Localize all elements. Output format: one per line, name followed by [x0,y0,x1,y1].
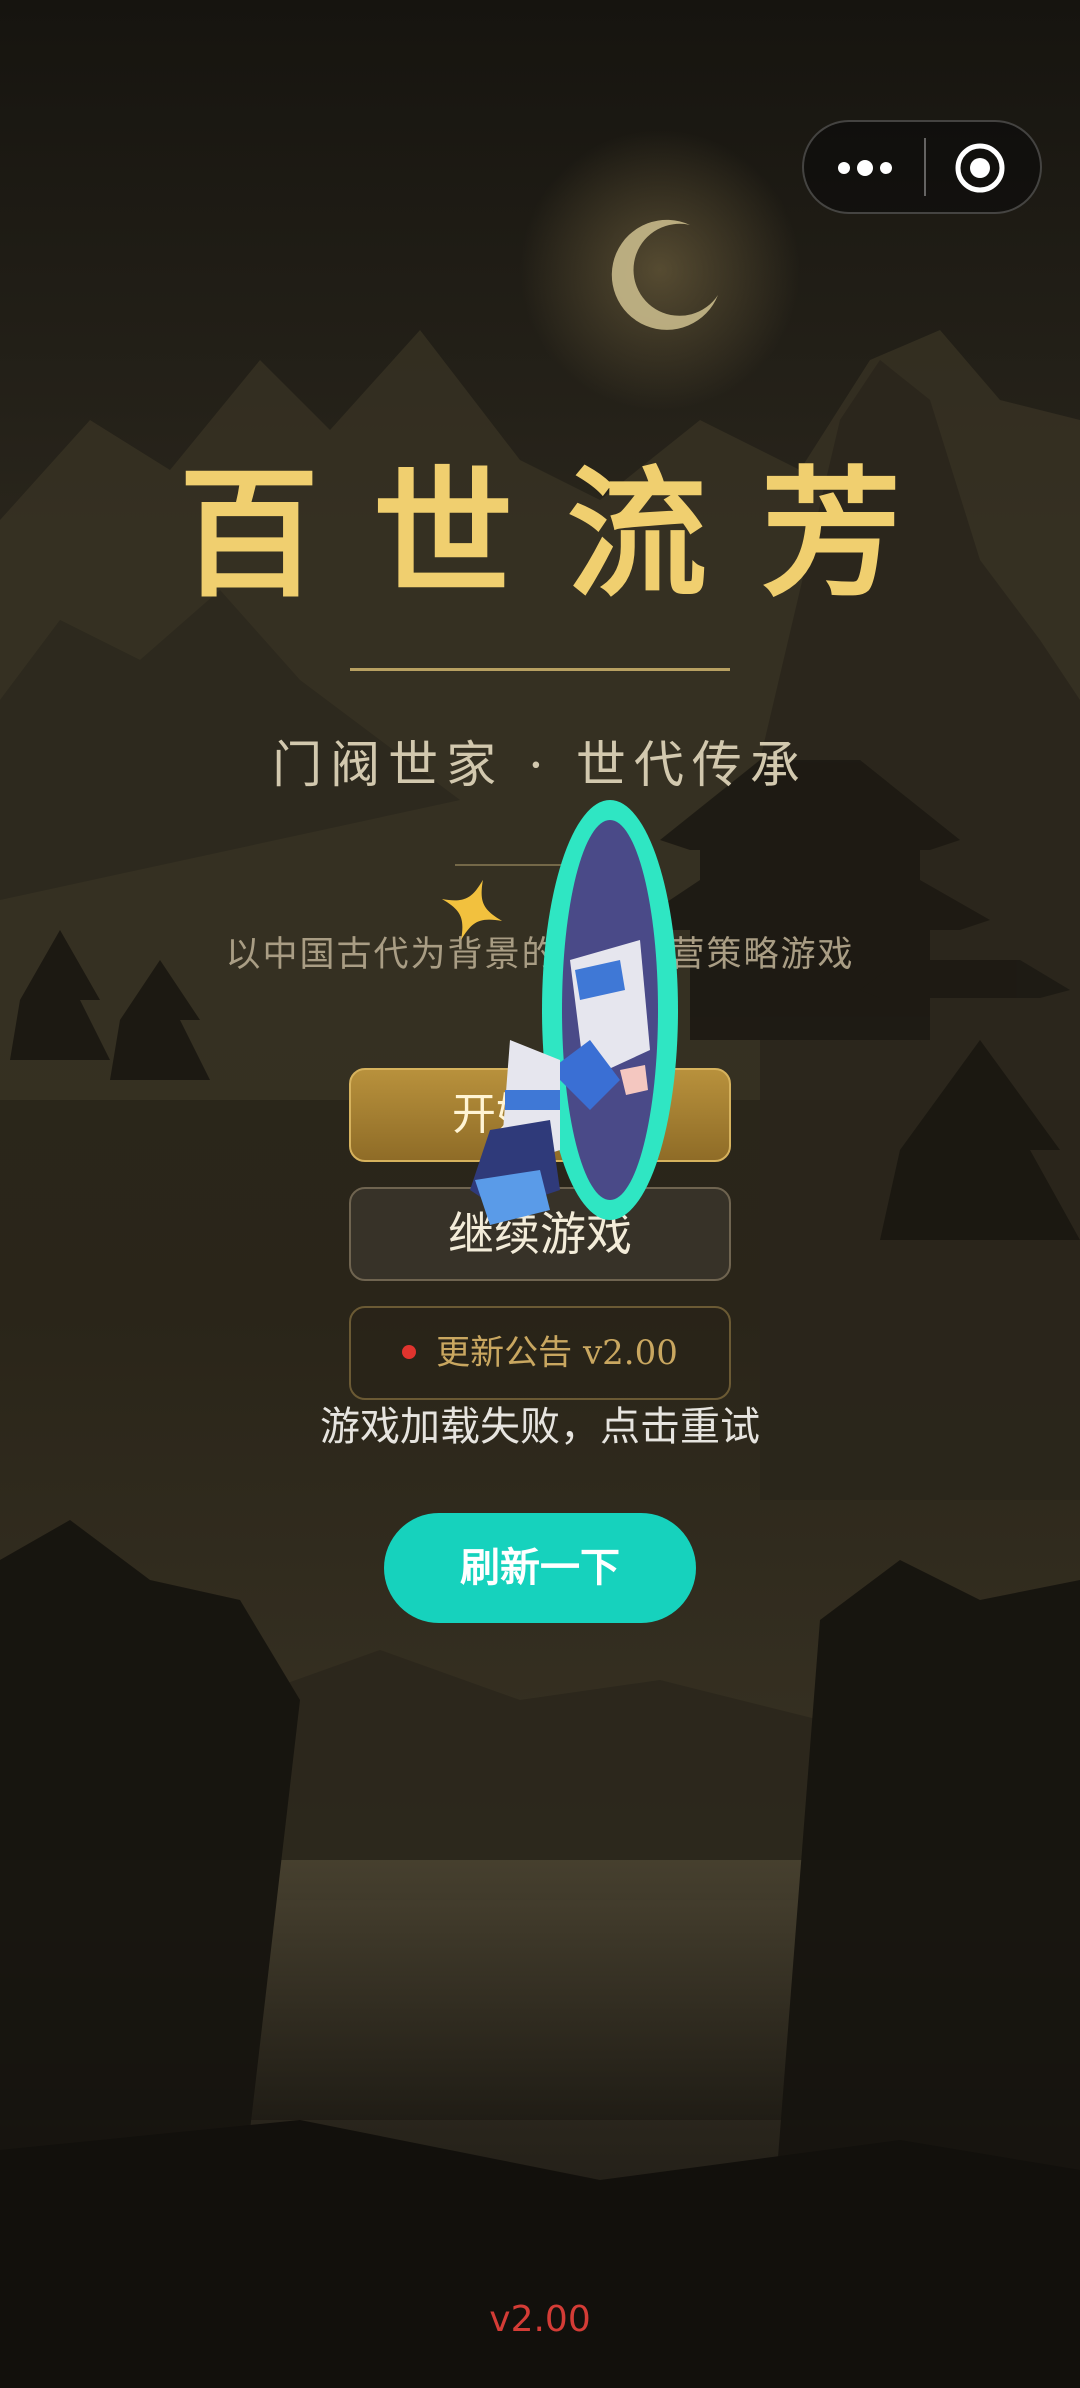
more-dots-icon[interactable] [832,144,898,192]
version-label: v2.00 [489,2299,591,2340]
miniprogram-capsule [802,120,1042,214]
loading-mascot-portal [470,800,678,1225]
update-notice-label: 更新公告 v2.00 [436,1333,678,1373]
game-title: 百世流芳 [178,453,955,617]
load-error-message: 游戏加载失败，点击重试 [320,1404,760,1450]
update-notice-button[interactable]: 更新公告 v2.00 [349,1306,731,1400]
title-divider [350,668,730,671]
notice-dot-icon [402,1345,417,1359]
target-circle-icon[interactable] [952,140,1008,196]
refresh-button[interactable]: 刷新一下 [384,1513,696,1623]
sparkle-star-icon [441,879,503,941]
capsule-divider [924,138,926,196]
